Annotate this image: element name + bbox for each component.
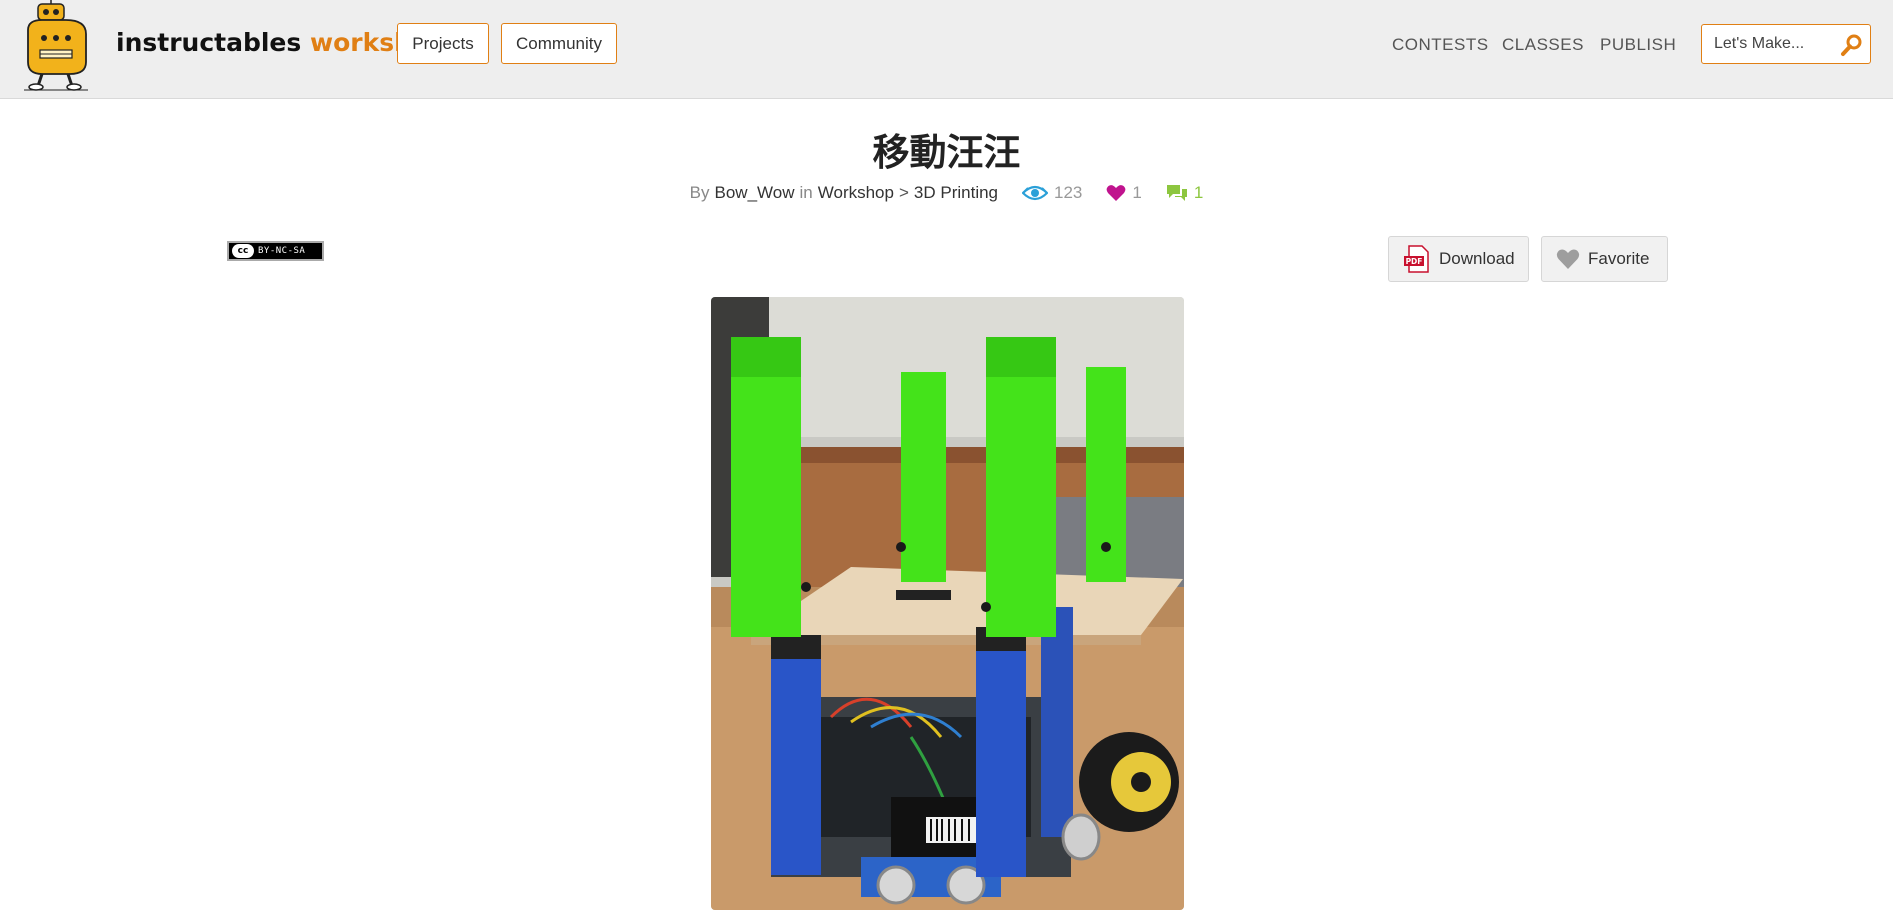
in-label: in	[799, 183, 813, 202]
eye-icon	[1022, 185, 1049, 201]
comment-icon	[1166, 185, 1187, 201]
project-photo[interactable]	[711, 297, 1184, 910]
classes-link[interactable]: CLASSES	[1502, 35, 1584, 55]
publish-link[interactable]: PUBLISH	[1600, 35, 1676, 55]
by-label: By	[689, 183, 710, 202]
favorite-button[interactable]: Favorite	[1541, 236, 1668, 282]
download-label: Download	[1439, 249, 1515, 268]
page-title: 移動汪汪	[872, 130, 1021, 174]
comments-stat: 1	[1166, 183, 1203, 203]
search-icon[interactable]	[1840, 33, 1864, 57]
cc-logo: cc	[232, 244, 254, 258]
subcategory-link[interactable]: 3D Printing	[914, 183, 998, 203]
heart-icon	[1107, 185, 1126, 201]
article-meta: By Bow_Wow in Workshop > 3D Printing 123…	[0, 183, 1893, 203]
site-logo[interactable]: instructables workshop	[20, 0, 447, 92]
search-box	[1701, 24, 1871, 64]
category-link[interactable]: Workshop	[818, 183, 894, 203]
favorite-label: Favorite	[1588, 249, 1650, 268]
favorites-count: 1	[1132, 183, 1142, 202]
download-button[interactable]: PDF Download	[1388, 236, 1529, 282]
favorites-stat: 1	[1106, 183, 1142, 203]
search-input[interactable]	[1714, 33, 1832, 55]
svg-text:PDF: PDF	[1406, 257, 1423, 266]
contests-link[interactable]: CONTESTS	[1392, 35, 1489, 55]
community-button[interactable]: Community	[501, 23, 617, 64]
comments-count: 1	[1193, 183, 1204, 202]
pdf-icon: PDF	[1404, 245, 1429, 273]
author-link[interactable]: Bow_Wow	[715, 183, 795, 203]
robot-logo-icon	[24, 0, 88, 91]
license-text: BY-NC-SA	[258, 246, 306, 256]
views-stat: 123	[1022, 183, 1082, 203]
projects-button[interactable]: Projects	[397, 23, 489, 64]
views-count: 123	[1054, 183, 1083, 202]
brand-part-1: instructables	[116, 28, 302, 57]
breadcrumb-separator: >	[898, 183, 909, 202]
heart-icon	[1556, 249, 1580, 269]
license-badge[interactable]: cc BY-NC-SA	[227, 241, 324, 261]
site-header: instructables workshop Projects Communit…	[0, 0, 1893, 99]
